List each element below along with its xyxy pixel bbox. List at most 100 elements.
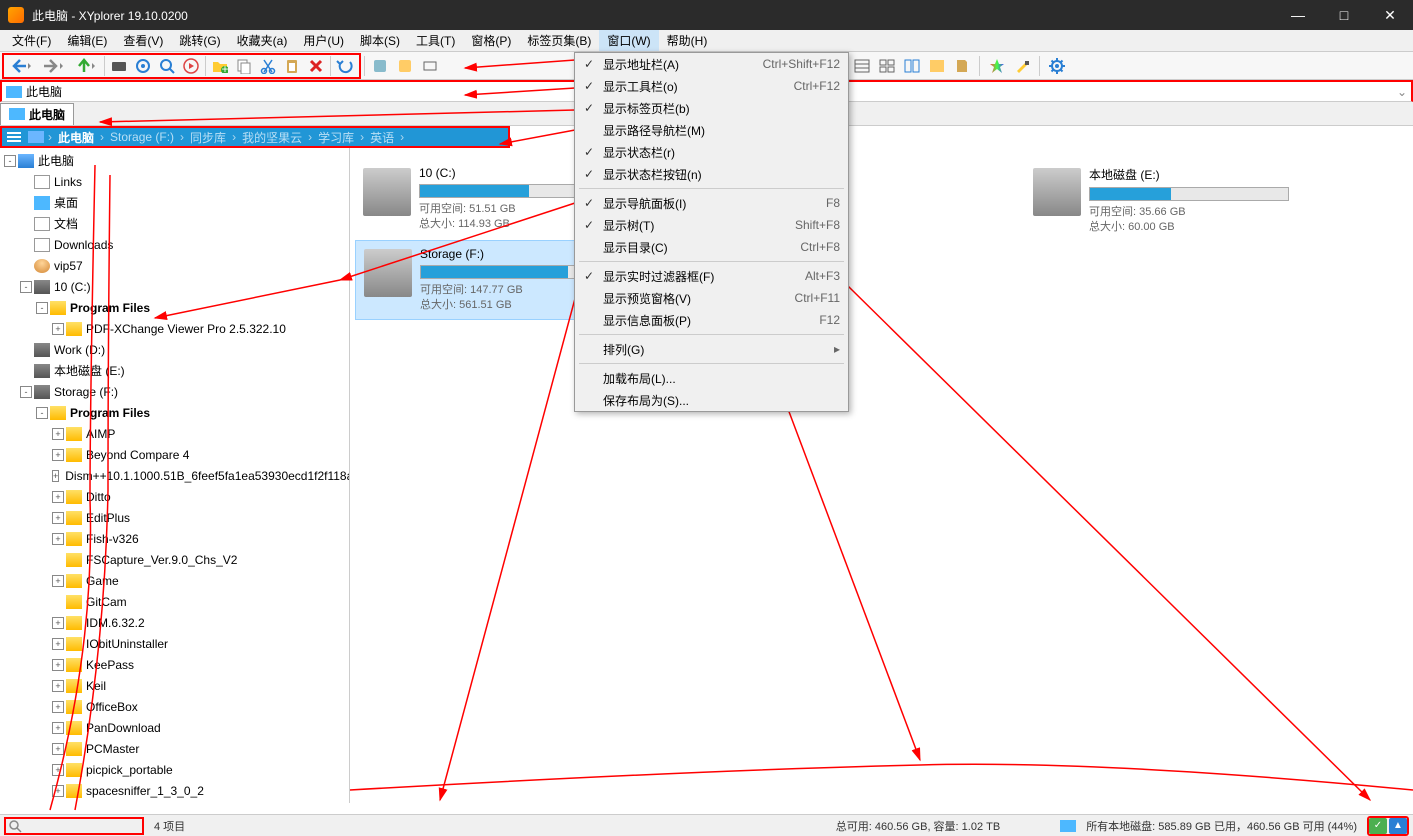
brush-icon[interactable]	[1010, 54, 1034, 78]
menu-item[interactable]: 标签页集(B)	[519, 30, 599, 51]
menu-item[interactable]: ✓显示标签页栏(b)	[575, 97, 848, 119]
file-list[interactable]: 10 (C:)可用空间: 51.51 GB总大小: 114.93 GBStora…	[350, 148, 1413, 803]
tree-node[interactable]: GitCam	[0, 591, 349, 612]
tool-icon-2[interactable]	[393, 54, 417, 78]
menu-item[interactable]: 显示预览窗格(V)Ctrl+F11	[575, 287, 848, 309]
back-button[interactable]	[6, 54, 38, 78]
tree-node[interactable]: 文档	[0, 213, 349, 234]
delete-icon[interactable]	[304, 54, 328, 78]
tree-node[interactable]: -Program Files	[0, 297, 349, 318]
tree-node[interactable]: +spacesniffer_1_3_0_2	[0, 780, 349, 801]
tree-node[interactable]: +OfficeBox	[0, 696, 349, 717]
menu-item[interactable]: 显示信息面板(P)F12	[575, 309, 848, 331]
settings-icon[interactable]	[1045, 54, 1069, 78]
filter-box[interactable]	[4, 817, 144, 835]
menu-item[interactable]: 脚本(S)	[352, 30, 408, 51]
tree-node[interactable]: FSCapture_Ver.9.0_Chs_V2	[0, 549, 349, 570]
crumb[interactable]: 学习库	[312, 129, 360, 146]
tree-node[interactable]: +PCMaster	[0, 738, 349, 759]
tree-node[interactable]: -Program Files	[0, 402, 349, 423]
tree-node[interactable]: +AIMP	[0, 423, 349, 444]
check-icon[interactable]: ✓	[1369, 818, 1387, 834]
menu-item[interactable]: 编辑(E)	[59, 30, 115, 51]
tree-node[interactable]: -此电脑	[0, 150, 349, 171]
drive-icon[interactable]	[107, 54, 131, 78]
tree-node[interactable]: 本地磁盘 (E:)	[0, 360, 349, 381]
menu-item[interactable]: ✓显示状态栏按钮(n)	[575, 163, 848, 185]
tree-node[interactable]: vip57	[0, 255, 349, 276]
tree-node[interactable]: +PanDownload	[0, 717, 349, 738]
menu-item[interactable]: 工具(T)	[408, 30, 463, 51]
menu-item[interactable]: ✓显示实时过滤器框(F)Alt+F3	[575, 265, 848, 287]
menu-item[interactable]: 窗口(W)	[599, 30, 658, 51]
tree-node[interactable]: +IDM.6.32.2	[0, 612, 349, 633]
menu-item[interactable]: 显示目录(C)Ctrl+F8	[575, 236, 848, 258]
tab[interactable]: 此电脑	[0, 103, 74, 125]
menu-item[interactable]: ✓显示地址栏(A)Ctrl+Shift+F12	[575, 53, 848, 75]
book-icon[interactable]	[950, 54, 974, 78]
tree-node[interactable]: +Beyond Compare 4	[0, 444, 349, 465]
crumb[interactable]: Storage (F:)	[104, 130, 180, 144]
minimize-button[interactable]: —	[1275, 0, 1321, 30]
menu-item[interactable]: 收藏夹(a)	[229, 30, 296, 51]
list-icon[interactable]	[4, 128, 24, 146]
tree-node[interactable]: +Ditto	[0, 486, 349, 507]
maximize-button[interactable]: □	[1321, 0, 1367, 30]
tree-node[interactable]: Links	[0, 171, 349, 192]
tree-node[interactable]: Work (D:)	[0, 339, 349, 360]
menu-item[interactable]: ✓显示状态栏(r)	[575, 141, 848, 163]
menu-item[interactable]: ✓显示导航面板(I)F8	[575, 192, 848, 214]
play-icon[interactable]	[179, 54, 203, 78]
tree-node[interactable]: 桌面	[0, 192, 349, 213]
menu-item[interactable]: 保存布局为(S)...	[575, 389, 848, 411]
tree-node[interactable]: +Keil	[0, 675, 349, 696]
menu-item[interactable]: 跳转(G)	[171, 30, 228, 51]
tree-panel[interactable]: -此电脑Links桌面文档Downloadsvip57-10 (C:)-Prog…	[0, 148, 350, 803]
tree-node[interactable]: -10 (C:)	[0, 276, 349, 297]
split-icon[interactable]	[900, 54, 924, 78]
cut-icon[interactable]	[256, 54, 280, 78]
breadcrumb[interactable]: › 此电脑 › Storage (F:) › 同步库 › 我的坚果云 › 学习库…	[0, 126, 510, 148]
menu-item[interactable]: ✓显示树(T)Shift+F8	[575, 214, 848, 236]
up-button[interactable]	[70, 54, 102, 78]
search-icon[interactable]	[155, 54, 179, 78]
tree-node[interactable]: Downloads	[0, 234, 349, 255]
drive-item[interactable]: 本地磁盘 (E:)可用空间: 35.66 GB总大小: 60.00 GB	[1025, 160, 1325, 240]
undo-icon[interactable]	[333, 54, 357, 78]
menu-item[interactable]: 显示路径导航栏(M)	[575, 119, 848, 141]
new-folder-icon[interactable]: +	[208, 54, 232, 78]
menu-item[interactable]: 用户(U)	[295, 30, 352, 51]
tree-node[interactable]: +EditPlus	[0, 507, 349, 528]
menu-item[interactable]: 窗格(P)	[463, 30, 519, 51]
target-icon[interactable]	[131, 54, 155, 78]
thumb-icon[interactable]	[875, 54, 899, 78]
tree-node[interactable]: -Storage (F:)	[0, 381, 349, 402]
menu-item[interactable]: 文件(F)	[4, 30, 59, 51]
menu-item[interactable]: 加载布局(L)...	[575, 367, 848, 389]
menu-item[interactable]: ✓显示工具栏(o)Ctrl+F12	[575, 75, 848, 97]
menu-item[interactable]: 排列(G)▸	[575, 338, 848, 360]
paste-icon[interactable]	[280, 54, 304, 78]
star-icon[interactable]	[985, 54, 1009, 78]
tree-node[interactable]: +IObitUninstaller	[0, 633, 349, 654]
menu-item[interactable]: 查看(V)	[115, 30, 171, 51]
crumb[interactable]: 此电脑	[52, 129, 100, 146]
dropdown-icon[interactable]: ⌄	[1397, 85, 1407, 99]
panel-icon[interactable]	[925, 54, 949, 78]
tree-node[interactable]: +PDF-XChange Viewer Pro 2.5.322.10	[0, 318, 349, 339]
tree-node[interactable]: +picpick_portable	[0, 759, 349, 780]
tree-node[interactable]: +Fish-v326	[0, 528, 349, 549]
view-icon[interactable]	[850, 54, 874, 78]
crumb[interactable]: 同步库	[184, 129, 232, 146]
tool-icon-3[interactable]	[418, 54, 442, 78]
menu-item[interactable]: 帮助(H)	[659, 30, 716, 51]
copy-icon[interactable]	[232, 54, 256, 78]
up-icon[interactable]: ▲	[1389, 818, 1407, 834]
close-button[interactable]: ✕	[1367, 0, 1413, 30]
tree-node[interactable]: +Game	[0, 570, 349, 591]
tree-node[interactable]: +KeePass	[0, 654, 349, 675]
tool-icon-1[interactable]	[368, 54, 392, 78]
crumb[interactable]: 英语	[364, 129, 400, 146]
crumb[interactable]: 我的坚果云	[236, 129, 308, 146]
forward-button[interactable]	[38, 54, 70, 78]
